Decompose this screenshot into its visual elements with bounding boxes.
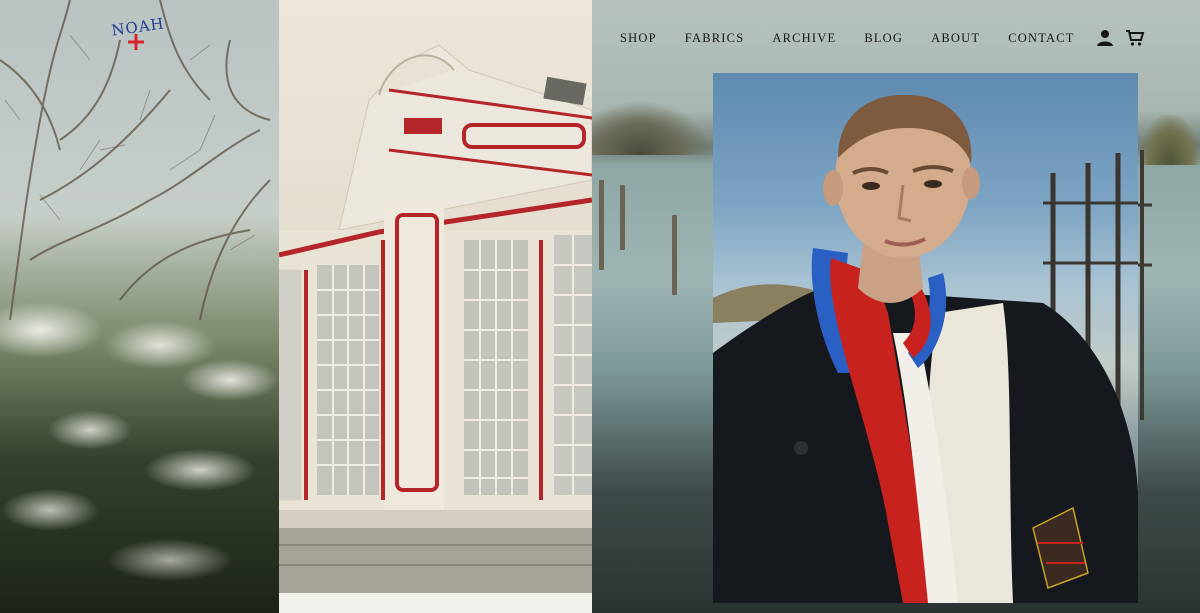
conservatory-illustration [279,44,592,613]
noah-logo[interactable]: NOAH [107,14,169,58]
piling [620,185,625,250]
nav-contact[interactable]: CONTACT [1008,31,1074,46]
piling [672,215,677,295]
portrait-illustration [713,94,1138,603]
piling [599,180,604,270]
nav-fabrics[interactable]: FABRICS [685,31,745,46]
account-icon[interactable] [1095,28,1115,48]
cart-icon[interactable] [1125,28,1145,48]
hero-image-portrait-scene [592,0,1200,613]
treeline [592,100,712,155]
portrait-photo [713,73,1138,603]
nav-archive[interactable]: ARCHIVE [772,31,836,46]
branches-illustration [0,0,271,321]
hero-image-conservatory [279,0,592,613]
main-navigation: SHOP FABRICS ARCHIVE BLOG ABOUT CONTACT [620,28,1155,48]
nav-about[interactable]: ABOUT [931,31,980,46]
hero-image-trees [0,0,279,613]
red-cross-icon [128,34,144,50]
nav-blog[interactable]: BLOG [864,31,903,46]
nav-shop[interactable]: SHOP [620,31,657,46]
